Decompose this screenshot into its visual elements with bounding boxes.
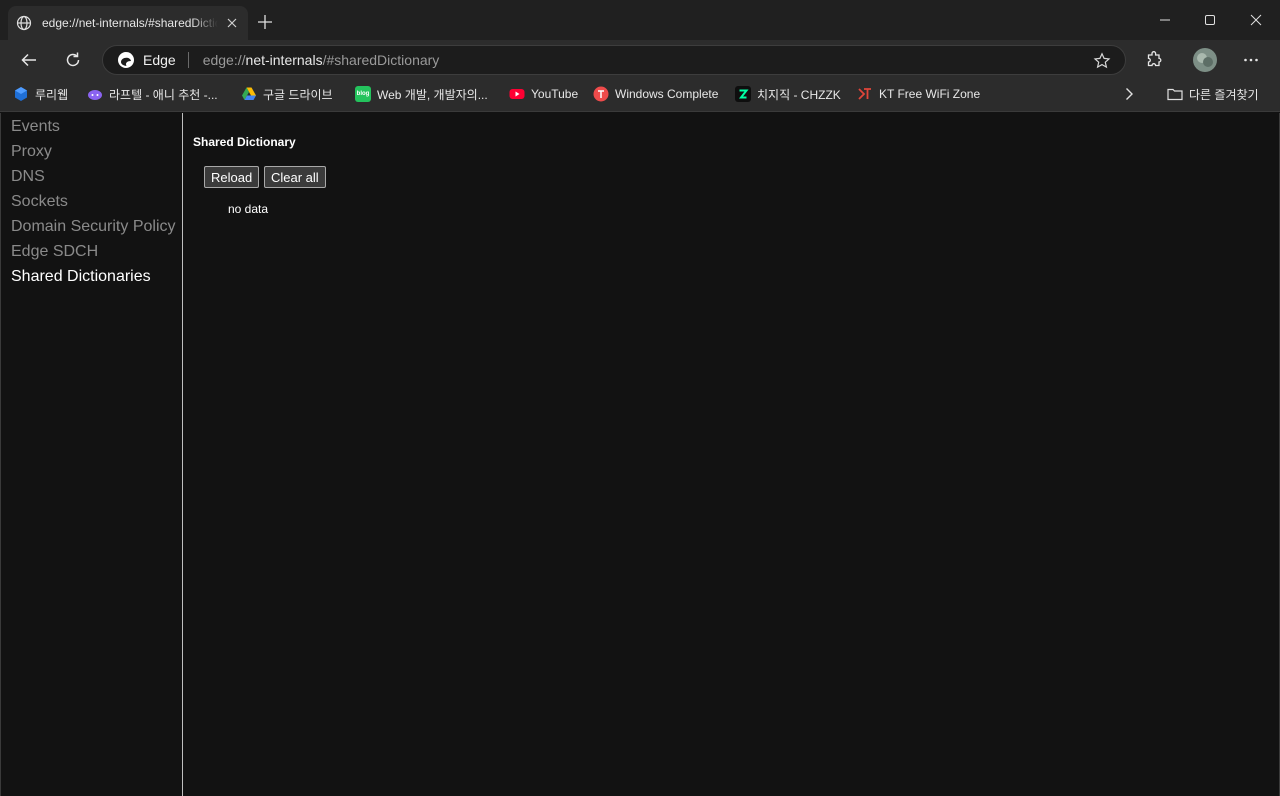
site-label: Edge [143, 52, 176, 68]
omnibox-divider [187, 52, 189, 68]
page-title: Shared Dictionary [193, 135, 296, 149]
other-favorites-folder[interactable]: 다른 즐겨찾기 [1167, 80, 1259, 108]
sidebar-item-events[interactable]: Events [11, 118, 60, 140]
bookmark-laftel[interactable]: 라프텔 - 애니 추천 -... [87, 80, 218, 108]
status-text: no data [228, 202, 269, 216]
windows-complete-icon [593, 86, 609, 102]
folder-icon [1167, 86, 1183, 102]
bookmark-ruliweb[interactable]: 루리웹 [13, 80, 68, 108]
minimize-icon[interactable] [1142, 0, 1188, 40]
youtube-icon [509, 86, 525, 102]
refresh-icon[interactable] [57, 44, 89, 76]
close-window-icon[interactable] [1233, 0, 1279, 40]
reload-button[interactable]: Reload [204, 166, 260, 188]
sidebar-item-dns[interactable]: DNS [11, 168, 45, 190]
sidebar-item-proxy[interactable]: Proxy [11, 143, 52, 165]
ruliweb-icon [13, 86, 29, 102]
sidebar-item-edge-sdch[interactable]: Edge SDCH [11, 243, 98, 265]
title-bar: edge://net-internals/#sharedDictionary [0, 0, 1280, 40]
bookmark-kt-wifi[interactable]: KT Free WiFi Zone [857, 80, 980, 108]
close-tab-icon[interactable] [224, 15, 240, 31]
browser-tab[interactable]: edge://net-internals/#sharedDictionary [8, 6, 248, 40]
tab-title: edge://net-internals/#sharedDictionary [42, 16, 218, 30]
extensions-icon[interactable] [1138, 44, 1170, 76]
edge-logo-icon [118, 52, 134, 68]
sidebar-item-domain-security-policy[interactable]: Domain Security Policy [11, 218, 176, 240]
clear-all-button[interactable]: Clear all [264, 166, 326, 188]
maximize-icon[interactable] [1187, 0, 1233, 40]
chzzk-icon [735, 86, 751, 102]
sidebar-item-shared-dictionaries[interactable]: Shared Dictionaries [11, 268, 151, 290]
bookmark-blog[interactable]: blog Web 개발, 개발자의... [355, 80, 488, 108]
laftel-icon [87, 86, 103, 102]
sidebar-item-sockets[interactable]: Sockets [11, 193, 68, 215]
globe-icon [16, 15, 32, 31]
new-tab-icon[interactable] [254, 11, 276, 33]
bookmark-youtube[interactable]: YouTube [509, 80, 578, 108]
bookmark-windows-complete[interactable]: Windows Complete [593, 80, 718, 108]
blog-icon: blog [355, 86, 371, 102]
bookmark-chzzk[interactable]: 치지직 - CHZZK [735, 80, 841, 108]
kt-icon [857, 86, 873, 102]
address-bar[interactable]: Edge edge://net-internals/#sharedDiction… [102, 45, 1126, 75]
google-drive-icon [241, 86, 257, 102]
shared-dictionary-panel: Shared Dictionary Reload Clear all no da… [184, 113, 1279, 796]
profile-avatar[interactable] [1189, 44, 1221, 76]
back-arrow-icon[interactable] [13, 44, 45, 76]
bookmark-google-drive[interactable]: 구글 드라이브 [241, 80, 333, 108]
bookmarks-bar: 루리웹 라프텔 - 애니 추천 -... 구글 드라이브 blog Web 개발… [0, 80, 1280, 112]
more-options-icon[interactable] [1235, 44, 1267, 76]
net-internals-sidebar: Events Proxy DNS Sockets Domain Security… [1, 113, 183, 796]
favorite-star-icon[interactable] [1093, 52, 1111, 70]
url-text[interactable]: edge://net-internals/#sharedDictionary [203, 52, 440, 68]
page-content: Events Proxy DNS Sockets Domain Security… [0, 113, 1280, 796]
chevron-right-icon[interactable] [1121, 80, 1137, 108]
